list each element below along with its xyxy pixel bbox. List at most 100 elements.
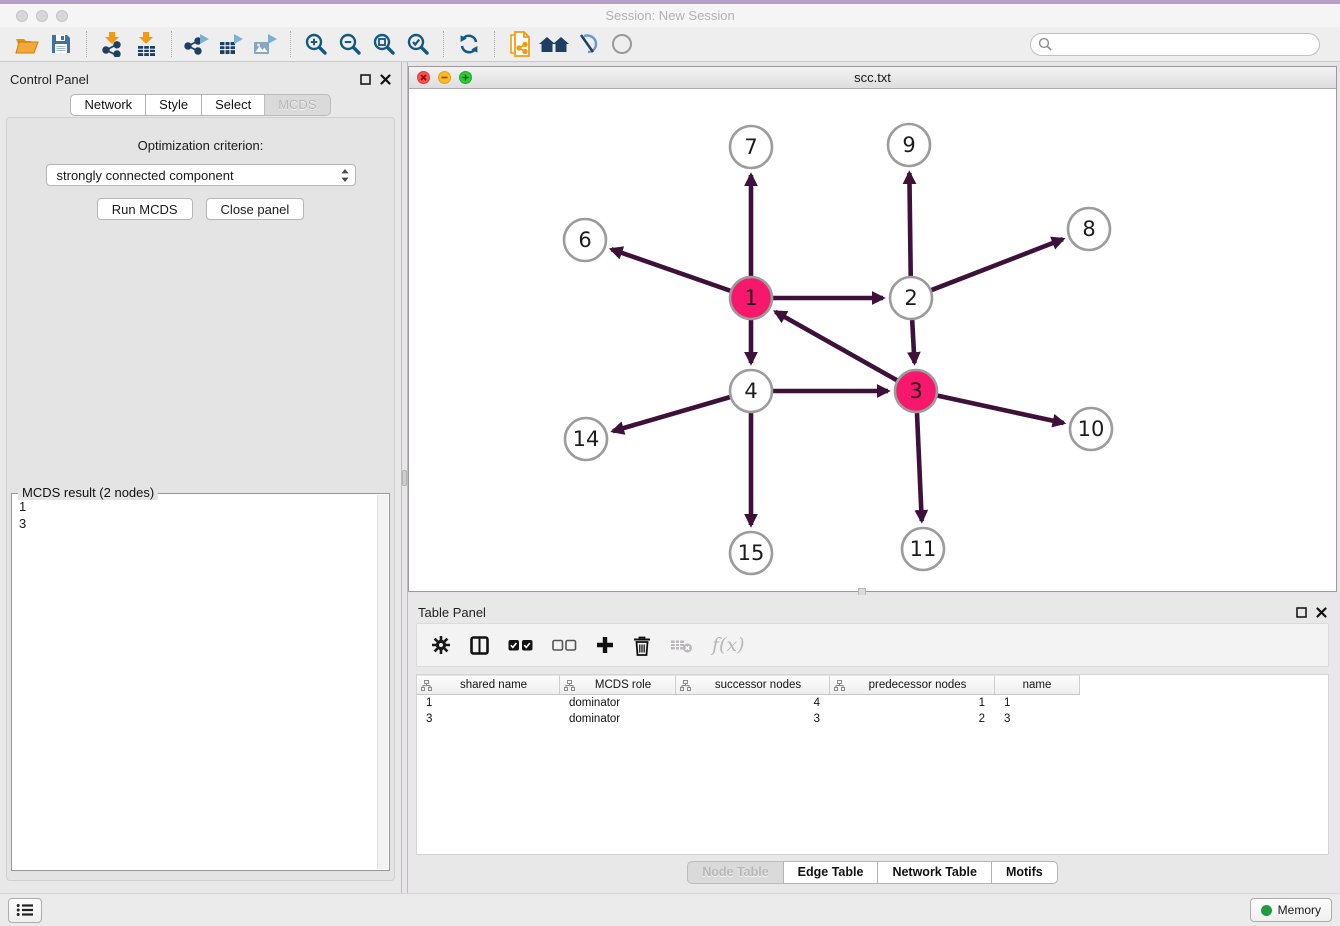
main-toolbar	[0, 27, 1340, 62]
svg-text:4: 4	[744, 379, 757, 403]
home-icon[interactable]	[537, 29, 571, 59]
node-7[interactable]: 7	[730, 126, 772, 168]
column-header-predecessor-nodes[interactable]: predecessor nodes	[830, 675, 995, 695]
svg-text:7: 7	[744, 135, 757, 159]
search-input[interactable]	[1030, 33, 1320, 56]
import-network-icon[interactable]	[95, 29, 129, 59]
sort-icon	[564, 680, 575, 691]
refresh-layout-icon[interactable]	[452, 29, 486, 59]
tab-network-table[interactable]: Network Table	[877, 861, 992, 884]
node-8[interactable]: 8	[1068, 208, 1110, 250]
network-window-titlebar: scc.txt	[409, 67, 1336, 89]
node-10[interactable]: 10	[1070, 408, 1112, 450]
zoom-out-icon[interactable]	[333, 29, 367, 59]
network-canvas[interactable]: 7 9 6 8 1 2 4 3 14 10 15 11	[409, 89, 1336, 591]
mcds-result-text[interactable]: 1 3	[13, 495, 377, 869]
function-builder-icon[interactable]: f(x)	[712, 634, 745, 656]
run-mcds-button[interactable]: Run MCDS	[97, 198, 193, 220]
criterion-value: strongly connected component	[57, 168, 234, 183]
memory-button[interactable]: Memory	[1250, 898, 1332, 922]
table-panel-title: Table Panel	[418, 605, 486, 620]
column-header-successor-nodes[interactable]: successor nodes	[676, 675, 830, 695]
table-cell: 4	[676, 697, 830, 709]
minimize-window-button[interactable]	[36, 10, 48, 22]
column-label: predecessor nodes	[845, 679, 990, 691]
open-session-icon[interactable]	[10, 29, 44, 59]
table-cell: 3	[676, 713, 830, 725]
float-panel-icon[interactable]	[360, 74, 371, 85]
close-table-panel-icon[interactable]	[1316, 607, 1327, 618]
splitter-grip[interactable]	[402, 470, 407, 486]
edge-3-11[interactable]	[917, 413, 922, 521]
delete-table-icon[interactable]	[670, 638, 693, 653]
table-row[interactable]: 3dominator323	[417, 711, 1328, 727]
panel-splitter[interactable]	[401, 62, 408, 893]
node-table-header: shared nameMCDS role successor nodes prede…	[417, 675, 1328, 695]
column-settings-gear-icon[interactable]	[431, 635, 451, 655]
chevron-updown-icon	[340, 168, 350, 186]
result-scrollbar[interactable]	[377, 495, 388, 869]
birds-eye-view-icon[interactable]	[605, 29, 639, 59]
network-from-file-icon[interactable]	[503, 29, 537, 59]
edge-2-3[interactable]	[912, 320, 914, 363]
svg-text:1: 1	[744, 286, 757, 310]
annotation-visibility-icon[interactable]	[571, 29, 605, 59]
mcds-result-group: MCDS result (2 nodes) 1 3	[11, 493, 390, 871]
node-4[interactable]: 4	[730, 370, 772, 412]
tab-motifs[interactable]: Motifs	[991, 861, 1058, 884]
column-label: successor nodes	[691, 679, 825, 691]
float-table-panel-icon[interactable]	[1296, 607, 1307, 618]
zoom-fit-icon[interactable]	[367, 29, 401, 59]
table-cell: 2	[830, 713, 995, 725]
export-table-icon[interactable]	[214, 29, 248, 59]
node-3[interactable]: 3	[895, 370, 937, 412]
import-table-icon[interactable]	[129, 29, 163, 59]
column-header-name[interactable]: name	[995, 675, 1080, 695]
show-columns-icon[interactable]	[470, 636, 489, 655]
edge-3-10[interactable]	[937, 396, 1063, 423]
node-11[interactable]: 11	[902, 528, 944, 570]
node-14[interactable]: 14	[565, 418, 607, 460]
zoom-in-icon[interactable]	[299, 29, 333, 59]
tab-mcds[interactable]: MCDS	[264, 94, 330, 116]
table-row[interactable]: 1dominator411	[417, 695, 1328, 711]
node-15[interactable]: 15	[730, 532, 772, 574]
column-header-shared-name[interactable]: shared name	[417, 675, 560, 695]
edge-1-6[interactable]	[611, 249, 730, 291]
column-header-mcds-role[interactable]: MCDS role	[560, 675, 676, 695]
svg-text:11: 11	[910, 537, 937, 561]
mcds-panel: Optimization criterion: strongly connect…	[6, 117, 395, 881]
network-maximize-button[interactable]	[459, 71, 472, 84]
control-panel-title: Control Panel	[10, 72, 89, 87]
select-all-icon[interactable]	[508, 639, 533, 652]
criterion-select[interactable]: strongly connected component	[46, 164, 356, 186]
export-network-icon[interactable]	[180, 29, 214, 59]
save-session-icon[interactable]	[44, 29, 78, 59]
export-image-icon[interactable]	[248, 29, 282, 59]
edge-3-1[interactable]	[775, 312, 896, 380]
add-column-icon[interactable]	[596, 636, 614, 654]
close-window-button[interactable]	[16, 10, 28, 22]
node-9[interactable]: 9	[888, 124, 930, 166]
edge-4-14[interactable]	[613, 397, 730, 431]
node-2[interactable]: 2	[890, 277, 932, 319]
edge-2-8[interactable]	[932, 239, 1063, 290]
tab-edge-table[interactable]: Edge Table	[783, 861, 879, 884]
tab-select[interactable]: Select	[201, 94, 265, 116]
network-close-button[interactable]	[417, 71, 430, 84]
node-6[interactable]: 6	[564, 219, 606, 261]
tab-style[interactable]: Style	[145, 94, 202, 116]
delete-column-icon[interactable]	[633, 635, 651, 656]
close-panel-icon[interactable]	[380, 74, 391, 85]
tab-node-table[interactable]: Node Table	[687, 861, 783, 884]
network-minimize-button[interactable]	[438, 71, 451, 84]
close-panel-button[interactable]: Close panel	[206, 198, 305, 220]
zoom-selected-icon[interactable]	[401, 29, 435, 59]
zoom-window-button[interactable]	[56, 10, 68, 22]
edge-2-9[interactable]	[909, 173, 910, 276]
node-1[interactable]: 1	[730, 277, 772, 319]
tab-network[interactable]: Network	[70, 94, 146, 116]
task-history-button[interactable]	[8, 898, 42, 923]
deselect-all-icon[interactable]	[552, 639, 577, 652]
control-panel-tabs: NetworkStyleSelectMCDS	[0, 94, 401, 116]
